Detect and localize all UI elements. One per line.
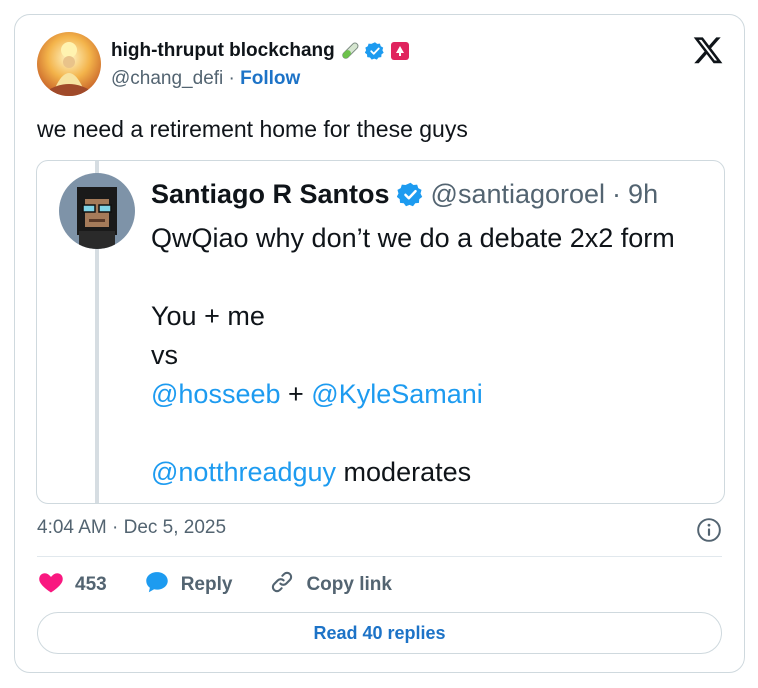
quoted-text-line: vs [151, 336, 675, 375]
info-icon[interactable] [696, 517, 722, 543]
quoted-separator: · [612, 179, 622, 209]
like-button[interactable]: 453 [37, 568, 107, 602]
quoted-text: vs [151, 340, 178, 370]
quoted-text-line: You + me [151, 297, 675, 336]
author-name-row: high-thruput blockchang [111, 40, 410, 62]
tweet-actions: 453 Reply Copy link [37, 571, 428, 599]
quoted-text-line: @notthreadguy moderates [151, 453, 675, 492]
reply-button[interactable]: Reply [143, 568, 233, 602]
author-display-name[interactable]: high-thruput blockchang [111, 40, 335, 62]
quoted-time-ago: 9h [628, 179, 659, 209]
reply-label: Reply [180, 574, 233, 595]
quoted-text: + [280, 379, 312, 409]
reply-bubble-icon [143, 568, 171, 602]
mention-link[interactable]: @notthreadguy [151, 457, 336, 487]
heart-icon [37, 568, 65, 602]
quoted-header: Santiago R Santos @santiagoroel · 9h [151, 179, 658, 210]
x-logo-icon[interactable] [692, 34, 724, 66]
test-tube-icon [340, 41, 360, 61]
copy-link-label: Copy link [306, 574, 392, 595]
verified-icon [364, 41, 385, 61]
quoted-text: moderates [336, 457, 472, 487]
quoted-text-line [151, 258, 675, 297]
read-replies-button[interactable]: Read 40 replies [37, 612, 722, 654]
mention-link[interactable]: @KyleSamani [311, 379, 482, 409]
author-handle[interactable]: @chang_defi [111, 68, 223, 89]
link-icon [268, 568, 296, 602]
quoted-tweet-body: QwQiao why don’t we do a debate 2x2 form… [151, 219, 675, 492]
tweet-header: high-thruput blockchang @chang_defi · Fo… [37, 32, 724, 98]
quoted-handle[interactable]: @santiagoroel [431, 179, 606, 210]
embedded-tweet-card: high-thruput blockchang @chang_defi · Fo… [14, 14, 745, 673]
tweet-text: we need a retirement home for these guys [37, 116, 468, 142]
follow-link[interactable]: Follow [240, 68, 300, 89]
copy-link-button[interactable]: Copy link [268, 568, 392, 602]
quoted-author-avatar[interactable] [59, 173, 135, 249]
quoted-text-line: @hosseeb + @KyleSamani [151, 375, 675, 414]
quoted-text: You + me [151, 301, 265, 331]
quoted-text-line: QwQiao why don’t we do a debate 2x2 form [151, 219, 675, 258]
author-avatar[interactable] [37, 32, 101, 96]
quoted-verified-icon [396, 181, 424, 208]
tweet-timestamp[interactable]: 4:04 AM · Dec 5, 2025 [37, 517, 226, 539]
tweet-time: 4:04 AM [37, 517, 107, 538]
red-badge-icon [390, 41, 410, 61]
like-count: 453 [75, 574, 107, 595]
quoted-display-name[interactable]: Santiago R Santos [151, 179, 390, 210]
quoted-text-line [151, 414, 675, 453]
tweet-date: Dec 5, 2025 [123, 517, 227, 538]
handle-separator: · [228, 68, 235, 89]
divider [37, 556, 722, 557]
timestamp-separator: · [112, 517, 119, 538]
quoted-tweet[interactable]: Santiago R Santos @santiagoroel · 9h QwQ… [36, 160, 725, 504]
mention-link[interactable]: @hosseeb [151, 379, 281, 409]
author-handle-row: @chang_defi · Follow [111, 68, 300, 90]
quoted-text: QwQiao why don’t we do a debate 2x2 form [151, 223, 675, 253]
